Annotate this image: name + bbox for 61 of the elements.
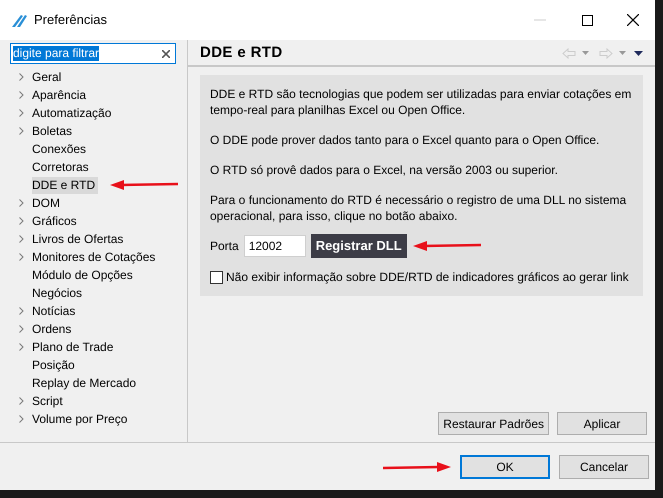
info-paragraph: O DDE pode prover dados tanto para o Excel quanto para o Open Office. [210,132,600,148]
chevron-icon[interactable] [18,73,24,81]
panel-button[interactable]: Aplicar [557,412,647,435]
annotation-arrow-icon [110,180,178,190]
tree-item[interactable]: Geral [32,68,62,86]
checkbox-label: Não exibir informação sobre DDE/RTD de indicadores gráficos ao gerar link [226,269,629,286]
chevron-icon[interactable] [18,235,24,243]
tree-item[interactable]: Monitores de Cotações [32,248,156,266]
tree-item[interactable]: Volume por Preço [32,410,128,428]
chevron-icon[interactable] [18,109,24,117]
dialog-button[interactable]: Cancelar [559,454,649,478]
port-field[interactable]: 12002 [244,235,306,257]
port-value: 12002 [248,238,282,255]
tree-item[interactable]: Conexões [32,140,86,158]
app-logo-icon [12,13,28,27]
checkbox[interactable] [210,270,223,284]
chevron-icon[interactable] [18,91,24,99]
maximize-icon[interactable] [582,14,593,26]
tree-item[interactable]: Aparência [32,86,86,104]
page-title: DDE e RTD [200,42,283,63]
chevron-icon[interactable] [18,199,24,207]
chevron-icon[interactable] [18,127,24,135]
filter-text: digite para filtrar [13,46,100,61]
chevron-icon[interactable] [18,307,24,315]
tree-item[interactable]: Ordens [32,320,72,338]
chevron-icon[interactable] [18,253,24,261]
dropdown-icon[interactable] [582,51,589,55]
tree-item[interactable]: Script [32,392,63,410]
tree-item[interactable]: Posição [32,356,75,374]
panel-button[interactable]: Restaurar Padrões [438,412,549,435]
chevron-icon[interactable] [18,217,24,225]
chevron-icon[interactable] [18,325,24,333]
tree-item[interactable]: Automatização [32,104,112,122]
register-dll-button[interactable]: Registrar DLL [310,234,407,258]
tree-item[interactable]: Gráficos [32,212,77,230]
tree-item[interactable]: Boletas [32,122,72,140]
dialog-button[interactable]: OK [460,454,550,478]
annotation-arrow-icon [383,462,451,472]
info-paragraph: O RTD só provê dados para o Excel, na versão 2003 ou superior. [210,162,559,178]
tree-item[interactable]: DDE e RTD [32,176,98,194]
tree-item[interactable]: Corretoras [32,158,89,176]
info-paragraph: DDE e RTD são tecnologias que podem ser utilizadas para enviar cotações em tempo-real para planilhas Excel ou Open Office. [210,86,632,118]
tree-item[interactable]: Módulo de Opções [32,266,133,284]
port-label: Porta [210,238,239,255]
tree-item[interactable]: Notícias [32,302,76,320]
info-paragraph: Para o funcionamento do RTD é necessário o registro de uma DLL no sistema operacional, para isso, clique no botão abaixo. [210,192,628,224]
tree-item[interactable]: Negócios [32,284,82,302]
filter-field[interactable]: digite para filtrar [10,43,176,64]
close-icon[interactable] [627,14,639,26]
chevron-icon[interactable] [18,397,24,405]
window-title: Preferências [34,11,107,30]
dropdown-icon[interactable] [619,51,626,55]
tree-item[interactable]: Plano de Trade [32,338,114,356]
tree-item[interactable]: Livros de Ofertas [32,230,124,248]
clear-icon[interactable] [162,50,170,58]
annotation-arrow-icon [412,241,481,251]
tree-item[interactable]: Replay de Mercado [32,374,136,392]
tree-item[interactable]: DOM [32,194,60,212]
menu-icon[interactable] [634,50,643,56]
chevron-icon[interactable] [18,415,24,423]
chevron-icon[interactable] [18,343,24,351]
